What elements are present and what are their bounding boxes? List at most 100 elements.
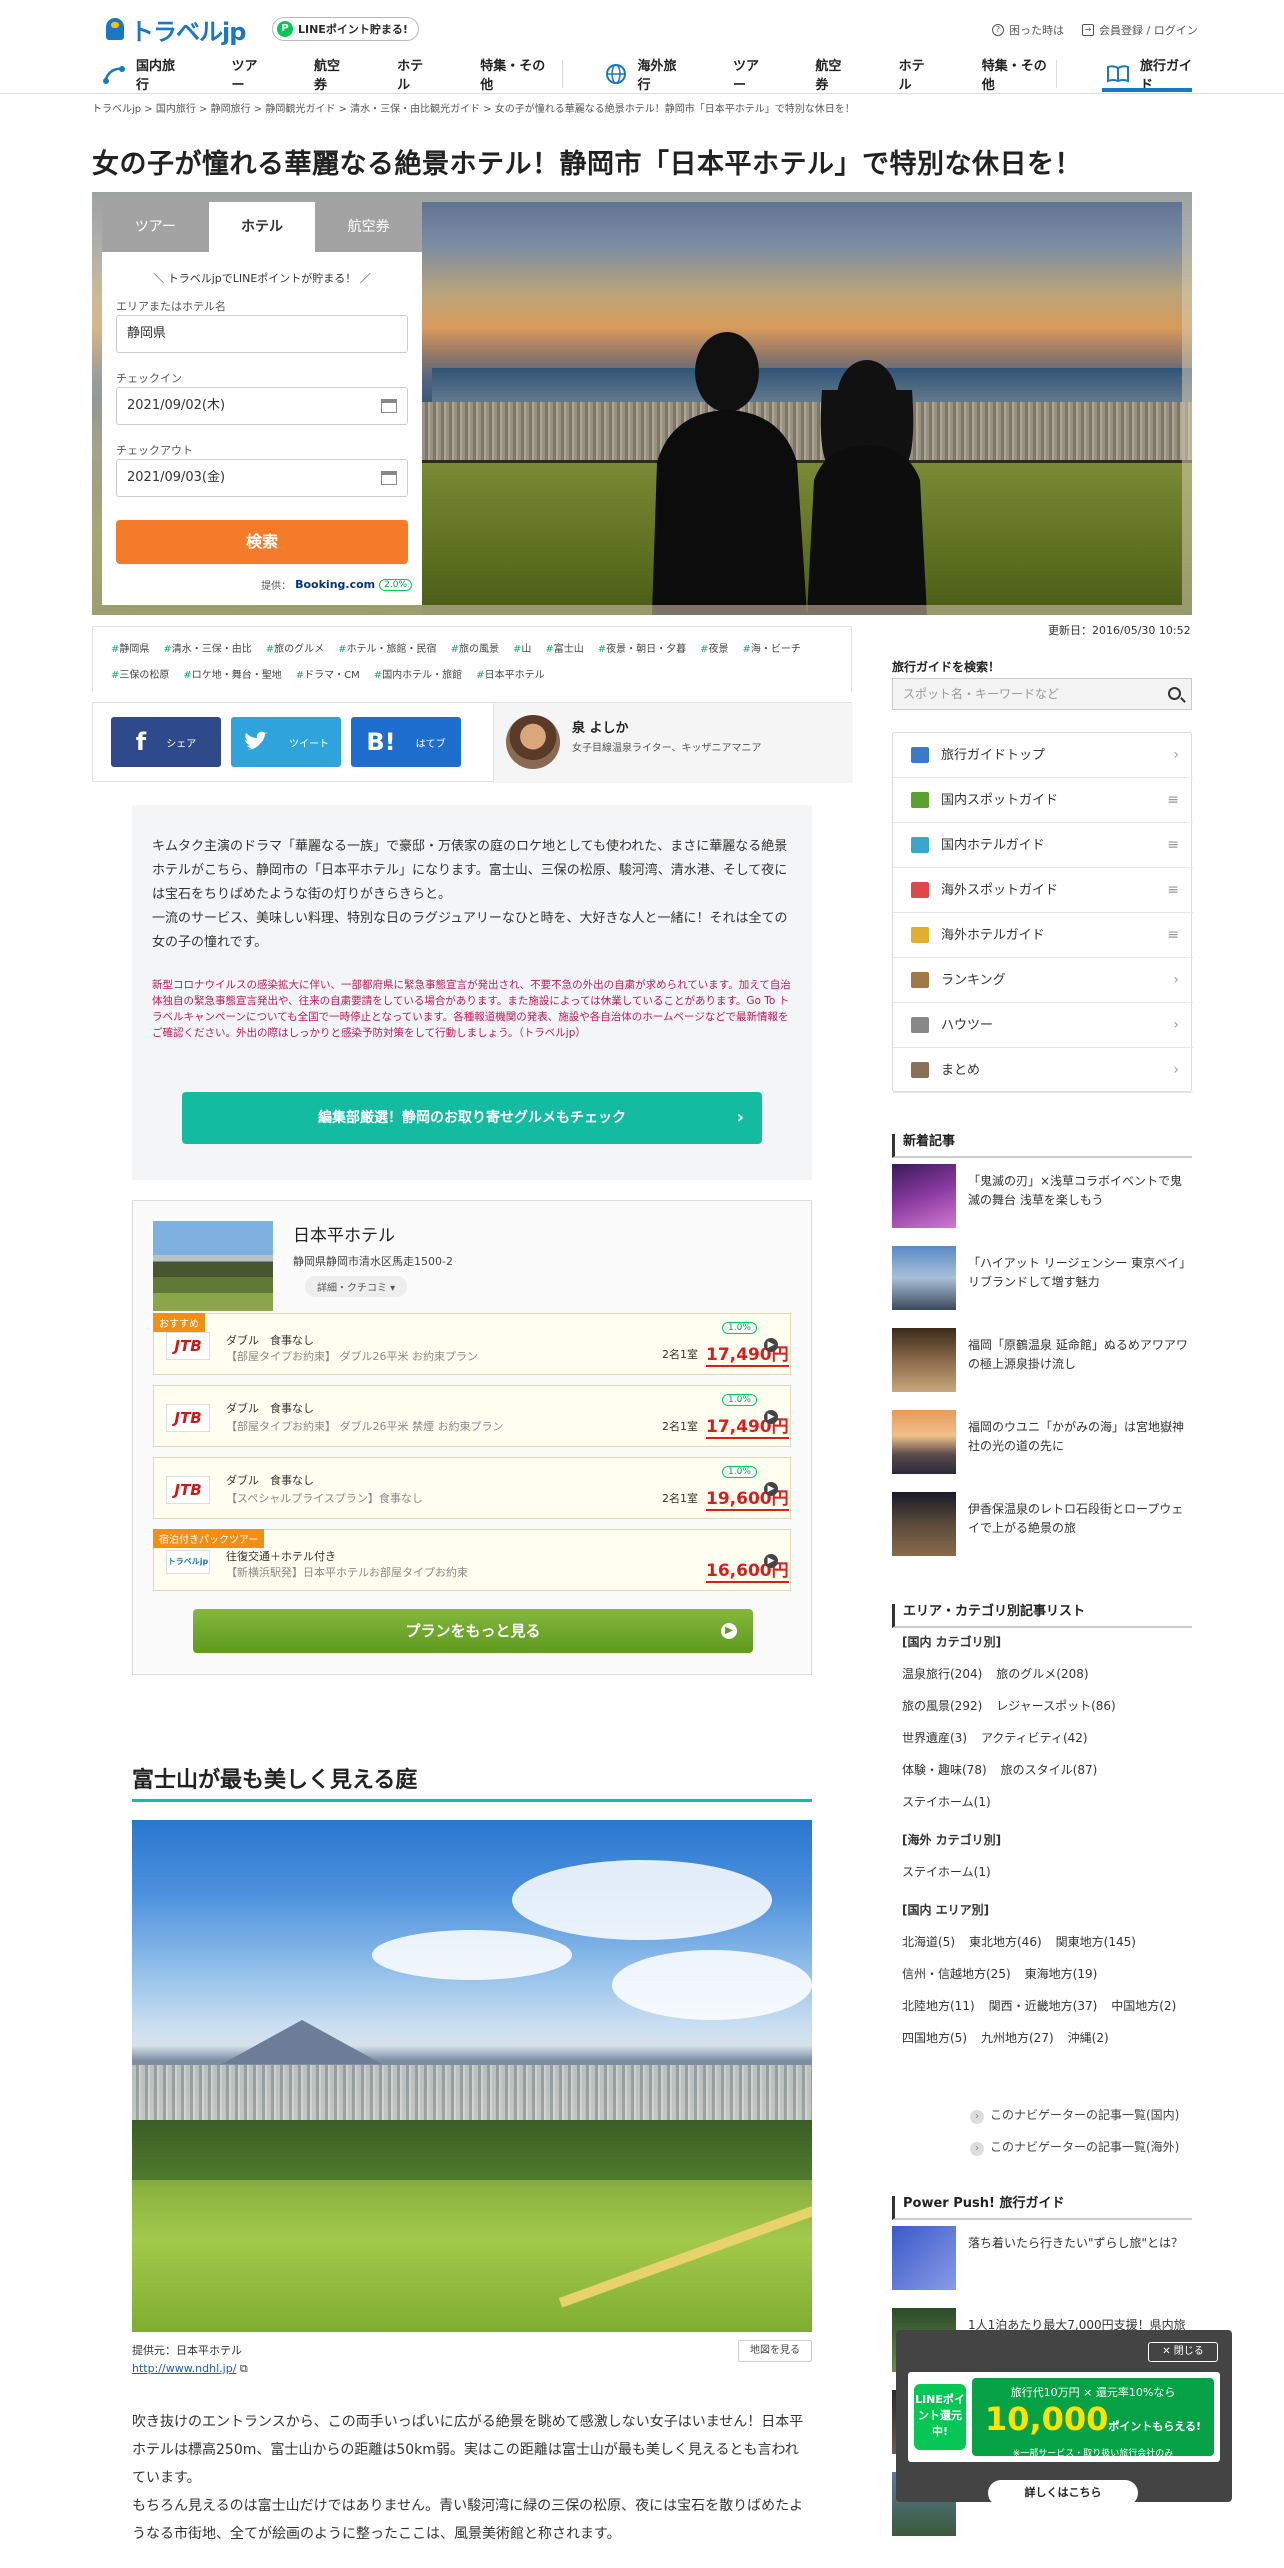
popup-details-button[interactable]: 詳しくはこちら <box>988 2480 1138 2506</box>
nav-overseas-tour[interactable]: ツアー <box>733 55 769 93</box>
hotel-name[interactable]: 日本平ホテル <box>293 1221 395 1246</box>
category-link[interactable]: アクティビティ(42) <box>981 1731 1088 1745</box>
nav-domestic-hotel[interactable]: ホテル <box>397 55 434 93</box>
category-link[interactable]: 旅のスタイル(87) <box>1001 1763 1098 1777</box>
navigator-articles-overseas[interactable]: このナビゲーターの記事一覧(海外) <box>970 2138 1179 2156</box>
news-thumbnail[interactable] <box>892 1328 956 1392</box>
sidebar-menu-item[interactable]: 国内ホテルガイド ≡ <box>893 823 1193 868</box>
category-link[interactable]: ステイホーム(1) <box>902 1865 991 1879</box>
nav-overseas-air[interactable]: 航空券 <box>815 55 852 93</box>
tag-link[interactable]: #ドラマ・CM <box>296 663 360 689</box>
category-link[interactable]: 旅の風景(292) <box>902 1699 982 1713</box>
news-title[interactable]: 伊香保温泉のレトロ石段街とロープウェイで上がる絶景の旅 <box>968 1500 1192 1538</box>
plan-row[interactable]: おすすめ JTB ダブル 食事なし 【部屋タイプお約束】 ダブル26平米 お約束プラン… <box>153 1313 791 1375</box>
tab-air[interactable]: 航空券 <box>315 202 423 252</box>
nav-overseas-hotel[interactable]: ホテル <box>899 55 936 93</box>
sidebar-menu-item[interactable]: 海外スポットガイド ≡ <box>893 868 1193 913</box>
tag-link[interactable]: #旅のグルメ <box>266 637 324 663</box>
news-item[interactable]: 「ハイアット リージェンシー 東京ベイ」リブランドして増す魅力 <box>892 1246 1192 1312</box>
search-button[interactable]: 検索 <box>116 520 408 564</box>
powerpush-title[interactable]: 落ち着いたら行きたい"ずらし旅"とは？ <box>968 2234 1192 2253</box>
news-title[interactable]: 福岡「原鶴温泉 延命館」ぬるめアワアワの極上源泉掛け流し <box>968 1336 1192 1374</box>
author-avatar[interactable] <box>506 715 560 769</box>
area-link[interactable]: 中国地方(2) <box>1111 1999 1176 2013</box>
tag-link[interactable]: #富士山 <box>545 637 583 663</box>
plan-row[interactable]: JTB ダブル 食事なし 【部屋タイプお約束】 ダブル26平米 禁煙 お約束プラン 2… <box>153 1385 791 1447</box>
hotel-detail-button[interactable]: 詳細・クチコミ ▾ <box>305 1276 408 1297</box>
login-link[interactable]: → 会員登録 / ログイン <box>1082 22 1198 38</box>
popup-close-button[interactable]: ✕ 閉じる <box>1148 2342 1218 2362</box>
plan-row[interactable]: JTB ダブル 食事なし 【スペシャルプライスプラン】食事なし 2名1室 19,600円… <box>153 1457 791 1519</box>
news-item[interactable]: 伊香保温泉のレトロ石段街とロープウェイで上がる絶景の旅 <box>892 1492 1192 1558</box>
tag-link[interactable]: #ロケ地・舞台・聖地 <box>183 663 281 689</box>
category-link[interactable]: レジャースポット(86) <box>996 1699 1115 1713</box>
sidebar-menu-item[interactable]: 旅行ガイドトップ › <box>893 733 1193 778</box>
area-link[interactable]: 北陸地方(11) <box>902 1999 975 2013</box>
help-link[interactable]: ? 困った時は <box>992 22 1064 38</box>
category-link[interactable]: 旅のグルメ(208) <box>996 1667 1088 1681</box>
navigator-articles-domestic[interactable]: このナビゲーターの記事一覧(国内) <box>970 2106 1179 2124</box>
breadcrumb[interactable]: トラベルjp > 国内旅行 > 静岡旅行 > 静岡観光ガイド > 清水・三保・由… <box>92 100 855 115</box>
news-title[interactable]: 「鬼滅の刃」×浅草コラボイベントで鬼滅の舞台 浅草を楽しもう <box>968 1172 1192 1210</box>
area-link[interactable]: 関西・近畿地方(37) <box>989 1999 1098 2013</box>
area-link[interactable]: 九州地方(27) <box>981 2031 1054 2045</box>
facebook-share-button[interactable]: f シェア <box>111 717 221 767</box>
hotel-photo[interactable] <box>153 1221 273 1311</box>
line-points-badge[interactable]: P LINEポイント貯まる! <box>272 17 419 41</box>
author-name[interactable]: 泉 よしか <box>572 717 629 736</box>
news-thumbnail[interactable] <box>892 1246 956 1310</box>
news-thumbnail[interactable] <box>892 1164 956 1228</box>
area-link[interactable]: 四国地方(5) <box>902 2031 967 2045</box>
author-profile[interactable]: 泉 よしか 女子目線温泉ライター、キッザニアマニア <box>493 703 853 783</box>
twitter-share-button[interactable]: ツイート <box>231 717 341 767</box>
tag-link[interactable]: #静岡県 <box>111 637 149 663</box>
tab-hotel[interactable]: ホテル <box>208 202 316 252</box>
category-link[interactable]: ステイホーム(1) <box>902 1795 991 1809</box>
news-thumbnail[interactable] <box>892 1492 956 1556</box>
tag-link[interactable]: #夜景 <box>700 637 728 663</box>
area-link[interactable]: 沖縄(2) <box>1068 2031 1109 2045</box>
category-link[interactable]: 体験・趣味(78) <box>902 1763 987 1777</box>
more-plans-button[interactable]: プランをもっと見る ▶ <box>193 1609 753 1653</box>
area-link[interactable]: 東海地方(19) <box>1025 1967 1098 1981</box>
tag-link[interactable]: #旅の風景 <box>451 637 499 663</box>
tag-link[interactable]: #三保の松原 <box>111 663 169 689</box>
category-link[interactable]: 世界遺産(3) <box>902 1731 967 1745</box>
news-title[interactable]: 福岡のウユニ「かがみの海」は宮地嶽神社の光の道の先に <box>968 1418 1192 1456</box>
plan-row[interactable]: 宿泊付きパックツアー トラベルjp 往復交通＋ホテル付き 【新横浜駅発】日本平ホテルお… <box>153 1529 791 1591</box>
gourmet-cta-button[interactable]: 編集部厳選！静岡のお取り寄せグルメもチェック <box>182 1092 762 1144</box>
area-link[interactable]: 関東地方(145) <box>1056 1935 1136 1949</box>
calendar-icon[interactable] <box>381 471 397 485</box>
nav-overseas[interactable]: 海外旅行 <box>637 55 687 93</box>
tag-link[interactable]: #夜景・朝日・夕暮 <box>598 637 686 663</box>
tag-link[interactable]: #山 <box>513 637 531 663</box>
arrow-right-icon[interactable]: ▶ <box>764 1410 778 1424</box>
arrow-right-icon[interactable]: ▶ <box>764 1554 778 1568</box>
area-link[interactable]: 信州・信越地方(25) <box>902 1967 1011 1981</box>
tab-tour[interactable]: ツアー <box>102 202 209 252</box>
checkin-input[interactable]: 2021/09/02(木) <box>116 387 408 425</box>
nav-overseas-special[interactable]: 特集・その他 <box>982 55 1056 93</box>
tag-link[interactable]: #国内ホテル・旅館 <box>374 663 462 689</box>
tag-link[interactable]: #日本平ホテル <box>476 663 544 689</box>
area-input[interactable]: 静岡県 <box>116 315 408 353</box>
area-link[interactable]: 東北地方(46) <box>969 1935 1042 1949</box>
news-item[interactable]: 福岡「原鶴温泉 延命館」ぬるめアワアワの極上源泉掛け流し <box>892 1328 1192 1394</box>
hatena-bookmark-button[interactable]: B! はてブ <box>351 717 461 767</box>
site-logo[interactable]: トラベルjp <box>106 14 246 46</box>
powerpush-thumbnail[interactable] <box>892 2226 956 2290</box>
news-thumbnail[interactable] <box>892 1410 956 1474</box>
arrow-right-icon[interactable]: ▶ <box>764 1338 778 1352</box>
nav-domestic-tour[interactable]: ツアー <box>232 55 268 93</box>
checkout-input[interactable]: 2021/09/03(金) <box>116 459 408 497</box>
tag-link[interactable]: #清水・三保・由比 <box>163 637 251 663</box>
nav-domestic-air[interactable]: 航空券 <box>314 55 351 93</box>
hotel-website-link[interactable]: http://www.ndhl.jp/ <box>132 2362 236 2375</box>
news-title[interactable]: 「ハイアット リージェンシー 東京ベイ」リブランドして増す魅力 <box>968 1254 1192 1292</box>
sidebar-menu-item[interactable]: まとめ › <box>893 1048 1193 1093</box>
arrow-right-icon[interactable]: ▶ <box>764 1482 778 1496</box>
news-item[interactable]: 「鬼滅の刃」×浅草コラボイベントで鬼滅の舞台 浅草を楽しもう <box>892 1164 1192 1230</box>
map-button[interactable]: 地図を見る <box>738 2340 812 2362</box>
sidebar-menu-item[interactable]: 海外ホテルガイド ≡ <box>893 913 1193 958</box>
powerpush-item[interactable]: 落ち着いたら行きたい"ずらし旅"とは？ <box>892 2226 1192 2292</box>
